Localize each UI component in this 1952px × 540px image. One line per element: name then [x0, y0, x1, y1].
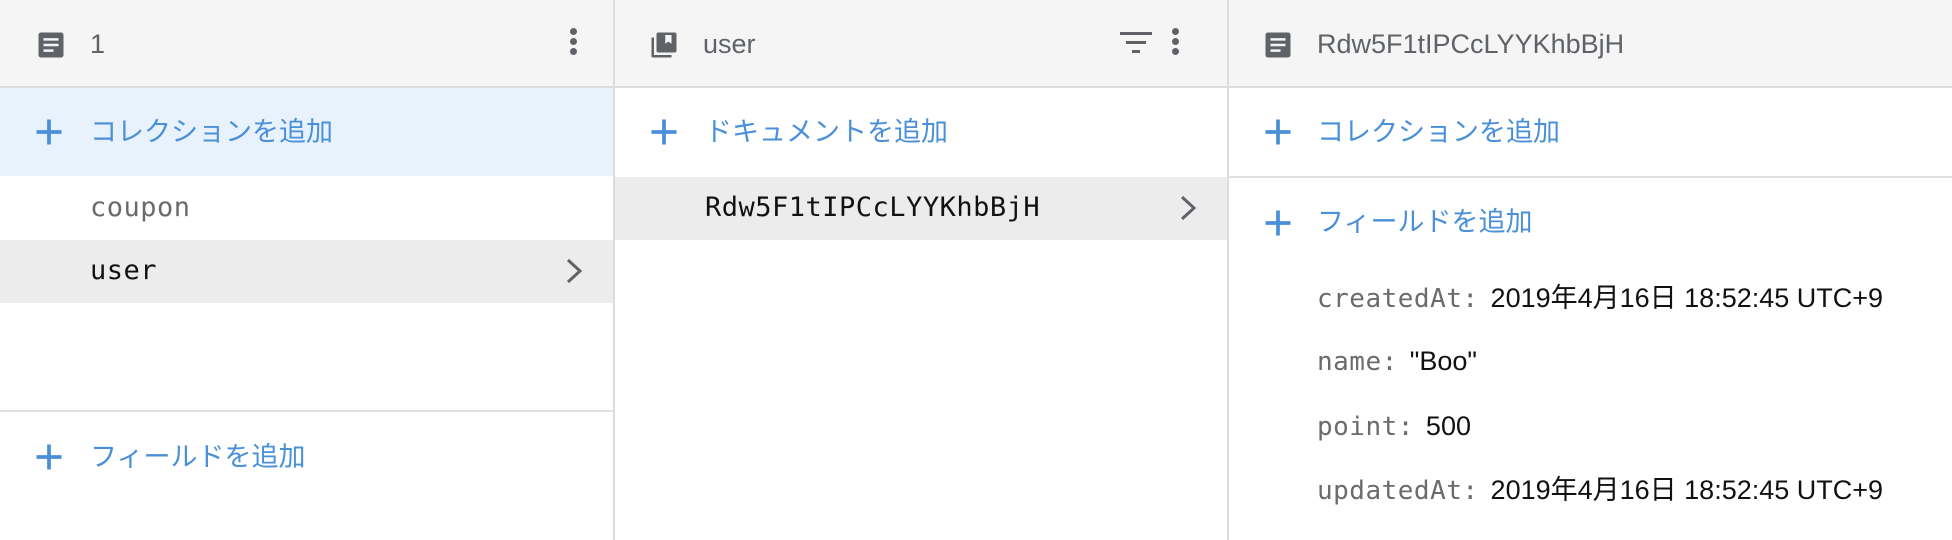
- more-vert-icon[interactable]: [1168, 25, 1182, 61]
- collection-panel-header: user: [615, 0, 1227, 88]
- collection-icon: [651, 32, 677, 58]
- root-panel-title: 1: [90, 29, 106, 59]
- collection-item-coupon[interactable]: coupon: [0, 177, 613, 239]
- document-panel: Rdw5F1tIPCcLYYKhbBjH コレクションを追加 フィールドを追加 …: [1229, 0, 1952, 540]
- document-icon: [1265, 32, 1291, 58]
- collection-panel: user ドキュメントを追加 Rdw5F1tIPCcLYYKhbBjH: [615, 0, 1229, 540]
- plus-icon: [36, 444, 62, 470]
- add-collection-button[interactable]: コレクションを追加: [0, 88, 613, 176]
- more-vert-icon[interactable]: [566, 25, 580, 61]
- field-value: 500: [1425, 411, 1471, 441]
- field-row[interactable]: point: 500: [1317, 410, 1471, 447]
- plus-icon: [1265, 210, 1291, 236]
- firestore-panels: 1 コレクションを追加 coupon user フィールドを追加 user ドキ…: [0, 0, 1952, 540]
- add-collection-label: コレクションを追加: [90, 117, 333, 147]
- field-key: point:: [1317, 412, 1414, 442]
- root-panel: 1 コレクションを追加 coupon user フィールドを追加: [0, 0, 615, 540]
- field-row[interactable]: updatedAt: 2019年4月16日 18:52:45 UTC+9: [1317, 474, 1883, 511]
- root-panel-header: 1: [0, 0, 613, 88]
- filter-icon[interactable]: [1119, 28, 1153, 58]
- field-value: "Boo": [1409, 346, 1477, 376]
- field-value: 2019年4月16日 18:52:45 UTC+9: [1490, 475, 1884, 505]
- plus-icon: [651, 119, 677, 145]
- add-document-button[interactable]: ドキュメントを追加: [615, 88, 1227, 176]
- field-row[interactable]: createdAt: 2019年4月16日 18:52:45 UTC+9: [1317, 282, 1883, 319]
- add-field-label: フィールドを追加: [90, 442, 306, 472]
- field-key: name:: [1317, 347, 1398, 377]
- plus-icon: [1265, 119, 1291, 145]
- document-icon: [38, 32, 64, 58]
- document-panel-header: Rdw5F1tIPCcLYYKhbBjH: [1229, 0, 1952, 88]
- collection-panel-title: user: [703, 29, 756, 59]
- field-key: updatedAt:: [1317, 476, 1479, 506]
- field-value: 2019年4月16日 18:52:45 UTC+9: [1490, 283, 1884, 313]
- add-field-button[interactable]: フィールドを追加: [1229, 178, 1952, 266]
- document-id-label: Rdw5F1tIPCcLYYKhbBjH: [705, 192, 1041, 223]
- add-field-label: フィールドを追加: [1317, 207, 1533, 237]
- collection-label: coupon: [90, 192, 191, 223]
- collection-label: user: [90, 255, 158, 286]
- chevron-right-icon: [566, 258, 583, 284]
- document-item[interactable]: Rdw5F1tIPCcLYYKhbBjH: [615, 177, 1227, 240]
- add-collection-label: コレクションを追加: [1317, 117, 1560, 147]
- add-document-label: ドキュメントを追加: [705, 117, 948, 147]
- add-subcollection-button[interactable]: コレクションを追加: [1229, 88, 1952, 176]
- plus-icon: [36, 119, 62, 145]
- field-row[interactable]: name: "Boo": [1317, 345, 1477, 382]
- chevron-right-icon: [1180, 195, 1197, 221]
- collection-item-user[interactable]: user: [0, 240, 613, 303]
- document-panel-title: Rdw5F1tIPCcLYYKhbBjH: [1317, 29, 1625, 59]
- field-key: createdAt:: [1317, 284, 1479, 314]
- add-field-button[interactable]: フィールドを追加: [0, 412, 613, 500]
